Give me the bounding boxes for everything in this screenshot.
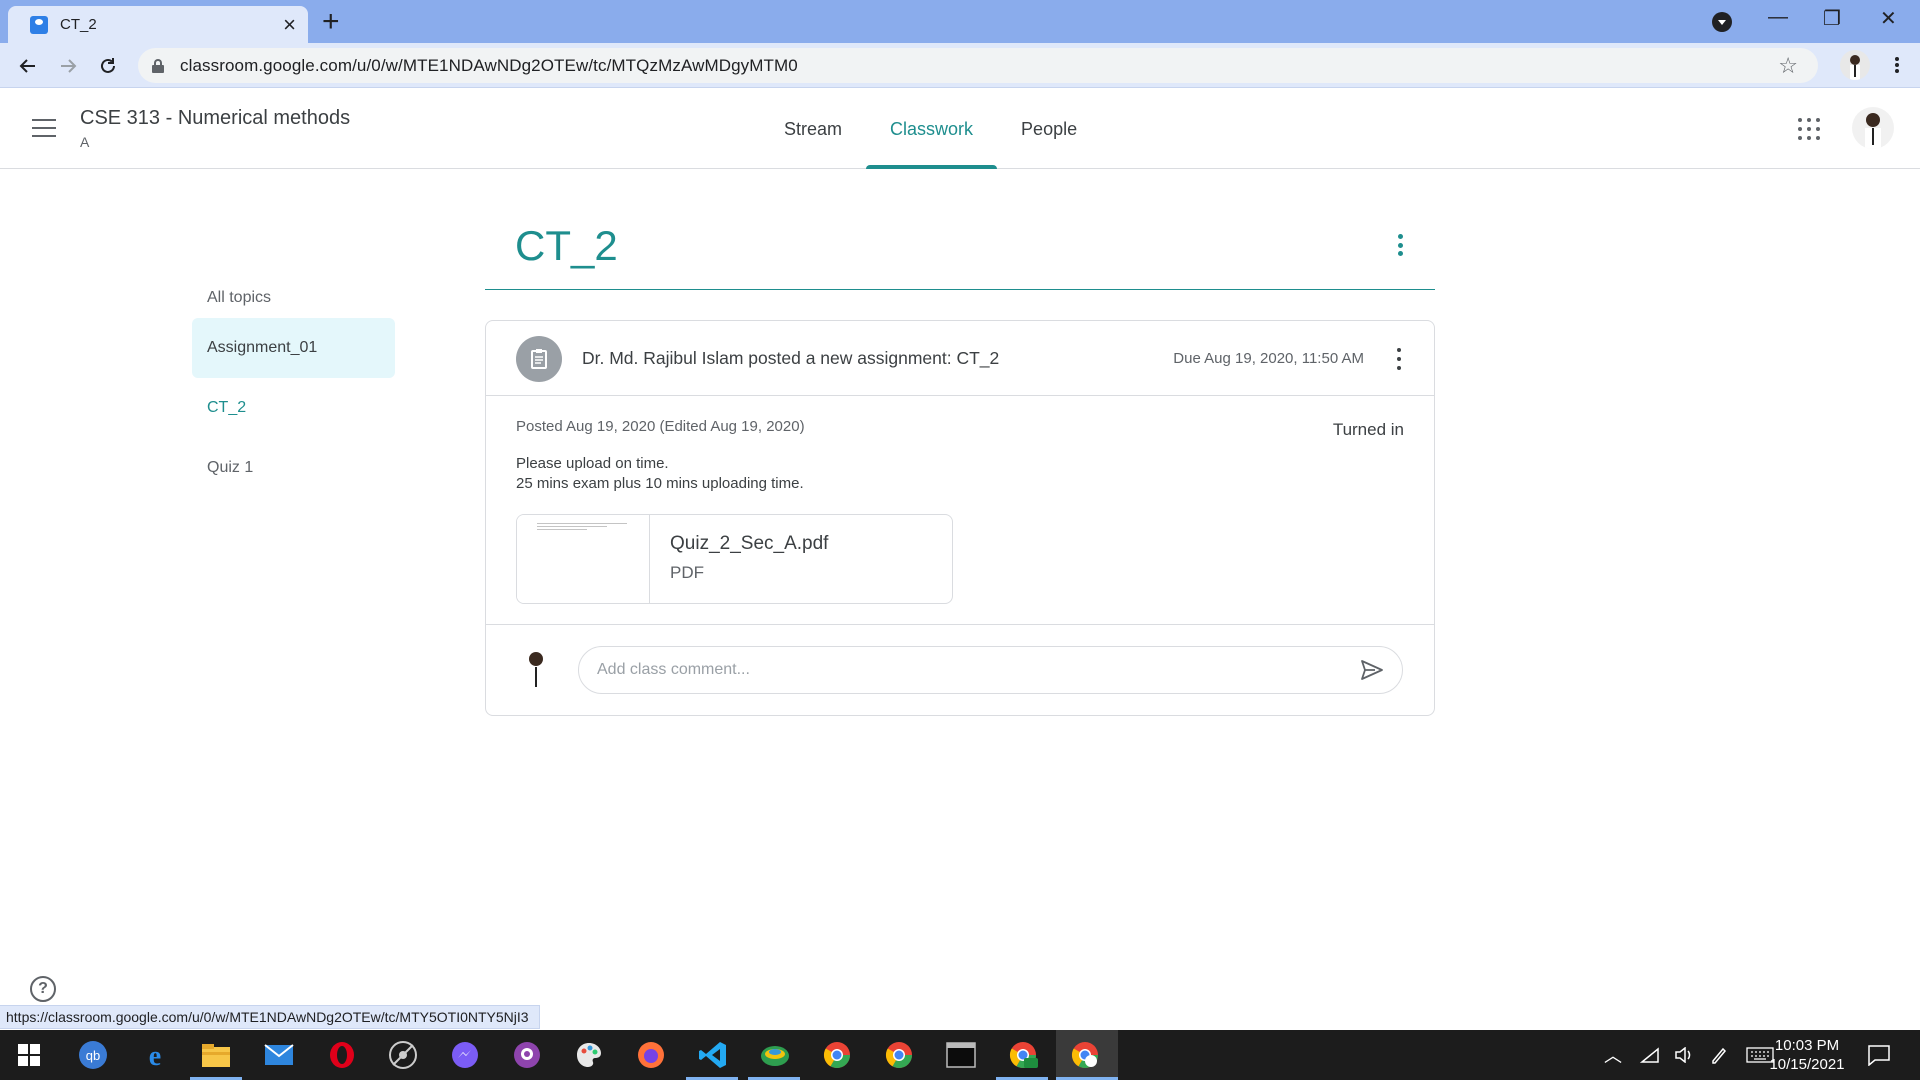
posted-date: Posted Aug 19, 2020 (Edited Aug 19, 2020… bbox=[516, 418, 805, 435]
tab-title: CT_2 bbox=[60, 16, 97, 33]
terminal-icon[interactable] bbox=[944, 1038, 978, 1072]
file-explorer-icon[interactable] bbox=[199, 1038, 233, 1072]
browser-tab[interactable]: CT_2 × bbox=[8, 6, 308, 43]
class-nav-tabs: Stream Classwork People bbox=[760, 89, 1101, 169]
tab-classwork[interactable]: Classwork bbox=[866, 89, 998, 169]
back-icon[interactable] bbox=[14, 52, 42, 80]
new-tab-button[interactable]: + bbox=[322, 7, 340, 37]
reload-icon[interactable] bbox=[94, 52, 122, 80]
class-title[interactable]: CSE 313 - Numerical methods bbox=[80, 107, 350, 130]
topics-sidebar: All topics Assignment_01 CT_2 Quiz 1 bbox=[192, 278, 395, 498]
svg-text:e: e bbox=[149, 1041, 161, 1069]
system-tray: ︿ bbox=[1604, 1030, 1774, 1080]
chrome-active-icon[interactable] bbox=[1068, 1038, 1102, 1072]
network-icon[interactable] bbox=[1640, 1047, 1660, 1063]
main-menu-icon[interactable] bbox=[32, 119, 56, 137]
attachment-name[interactable]: Quiz_2_Sec_A.pdf bbox=[670, 533, 828, 555]
edge-icon[interactable]: e bbox=[138, 1038, 172, 1072]
assignment-title[interactable]: Dr. Md. Rajibul Islam posted a new assig… bbox=[582, 348, 999, 369]
topic-ct-2[interactable]: CT_2 bbox=[192, 378, 395, 438]
firefox-icon[interactable] bbox=[634, 1038, 668, 1072]
attachment-card[interactable]: Quiz_2_Sec_A.pdf PDF bbox=[516, 514, 953, 604]
class-comment-row bbox=[486, 625, 1434, 715]
minimize-icon[interactable]: — bbox=[1768, 6, 1788, 29]
comment-avatar bbox=[516, 649, 556, 691]
pdf-thumbnail bbox=[517, 515, 650, 603]
attachment-info: Quiz_2_Sec_A.pdf PDF bbox=[650, 515, 848, 603]
account-avatar[interactable] bbox=[1852, 107, 1894, 149]
link-status-bar: https://classroom.google.com/u/0/w/MTE1N… bbox=[0, 1005, 540, 1029]
instruction-line: 25 mins exam plus 10 mins uploading time… bbox=[516, 475, 804, 492]
close-window-icon[interactable]: ✕ bbox=[1880, 6, 1897, 31]
browser-menu-icon[interactable] bbox=[1887, 54, 1907, 76]
lock-icon[interactable] bbox=[152, 58, 164, 73]
send-icon[interactable] bbox=[1360, 658, 1384, 682]
topic-assignment-01[interactable]: Assignment_01 bbox=[192, 318, 395, 378]
assignment-instructions: Please upload on time. 25 mins exam plus… bbox=[516, 454, 1404, 494]
assignment-more-icon[interactable] bbox=[1394, 348, 1404, 370]
windows-start-icon[interactable] bbox=[12, 1038, 46, 1072]
forward-icon[interactable] bbox=[54, 52, 82, 80]
bookmark-star-icon[interactable]: ☆ bbox=[1778, 53, 1798, 79]
classroom-header: CSE 313 - Numerical methods A Stream Cla… bbox=[0, 89, 1920, 169]
assignment-details: Posted Aug 19, 2020 (Edited Aug 19, 2020… bbox=[486, 396, 1434, 625]
assignment-card: Dr. Md. Rajibul Islam posted a new assig… bbox=[485, 320, 1435, 716]
earth-app-icon[interactable] bbox=[758, 1038, 792, 1072]
browser-profile-avatar[interactable] bbox=[1840, 50, 1870, 80]
help-icon[interactable]: ? bbox=[30, 976, 56, 1002]
assignment-icon bbox=[516, 336, 562, 382]
tab-search-icon[interactable] bbox=[1712, 12, 1732, 32]
clock-date: 10/15/2021 bbox=[1769, 1056, 1845, 1073]
mail-icon[interactable] bbox=[262, 1038, 296, 1072]
google-apps-icon[interactable] bbox=[1798, 118, 1820, 140]
pen-icon[interactable] bbox=[1710, 1046, 1728, 1064]
status-badge: Turned in bbox=[1332, 420, 1404, 439]
topic-main-panel: CT_2 Dr. Md. Rajibul Islam posted a new … bbox=[485, 210, 1435, 716]
assignment-card-header[interactable]: Dr. Md. Rajibul Islam posted a new assig… bbox=[486, 321, 1434, 396]
messenger-icon[interactable] bbox=[448, 1038, 482, 1072]
tab-people[interactable]: People bbox=[997, 89, 1101, 169]
address-bar[interactable]: classroom.google.com/u/0/w/MTE1NDAwNDg2O… bbox=[138, 48, 1818, 83]
all-topics-link[interactable]: All topics bbox=[192, 278, 395, 318]
class-section: A bbox=[80, 134, 90, 150]
close-tab-icon[interactable]: × bbox=[283, 13, 296, 36]
vscode-icon[interactable] bbox=[696, 1038, 730, 1072]
opera-icon[interactable] bbox=[325, 1038, 359, 1072]
quickbooks-icon[interactable]: qb bbox=[76, 1038, 110, 1072]
restore-icon[interactable]: ❐ bbox=[1823, 6, 1841, 31]
svg-text:qb: qb bbox=[86, 1048, 100, 1063]
browser-tab-strip: CT_2 × + — ❐ ✕ bbox=[0, 0, 1920, 43]
satellite-app-icon[interactable] bbox=[386, 1038, 420, 1072]
paint-app-icon[interactable] bbox=[572, 1038, 606, 1072]
volume-icon[interactable] bbox=[1674, 1047, 1694, 1063]
class-comment-input[interactable] bbox=[597, 661, 1360, 679]
attachment-type: PDF bbox=[670, 563, 704, 582]
tab-stream[interactable]: Stream bbox=[760, 89, 866, 169]
github-desktop-icon[interactable] bbox=[510, 1038, 544, 1072]
topic-title: CT_2 bbox=[515, 222, 618, 269]
classroom-favicon-icon bbox=[30, 15, 48, 34]
show-hidden-icons-icon[interactable]: ︿ bbox=[1604, 1042, 1622, 1068]
comment-box bbox=[578, 646, 1403, 694]
topic-header: CT_2 bbox=[485, 210, 1435, 290]
notification-center-icon[interactable] bbox=[1862, 1038, 1896, 1072]
chrome-icon[interactable] bbox=[882, 1038, 916, 1072]
topic-more-icon[interactable] bbox=[1395, 234, 1405, 256]
chrome-ek-icon[interactable] bbox=[1006, 1038, 1040, 1072]
topic-quiz-1[interactable]: Quiz 1 bbox=[192, 438, 395, 498]
due-date: Due Aug 19, 2020, 11:50 AM bbox=[1173, 350, 1364, 367]
instruction-line: Please upload on time. bbox=[516, 455, 669, 472]
url-text[interactable]: classroom.google.com/u/0/w/MTE1NDAwNDg2O… bbox=[180, 56, 1778, 76]
browser-toolbar: classroom.google.com/u/0/w/MTE1NDAwNDg2O… bbox=[0, 43, 1920, 88]
chrome-profile-icon[interactable] bbox=[820, 1038, 854, 1072]
windows-taskbar: qb e ︿ 10:03 PM 10/15/2021 bbox=[0, 1030, 1920, 1080]
taskbar-clock[interactable]: 10:03 PM 10/15/2021 bbox=[1762, 1036, 1852, 1074]
clock-time: 10:03 PM bbox=[1774, 1037, 1840, 1054]
